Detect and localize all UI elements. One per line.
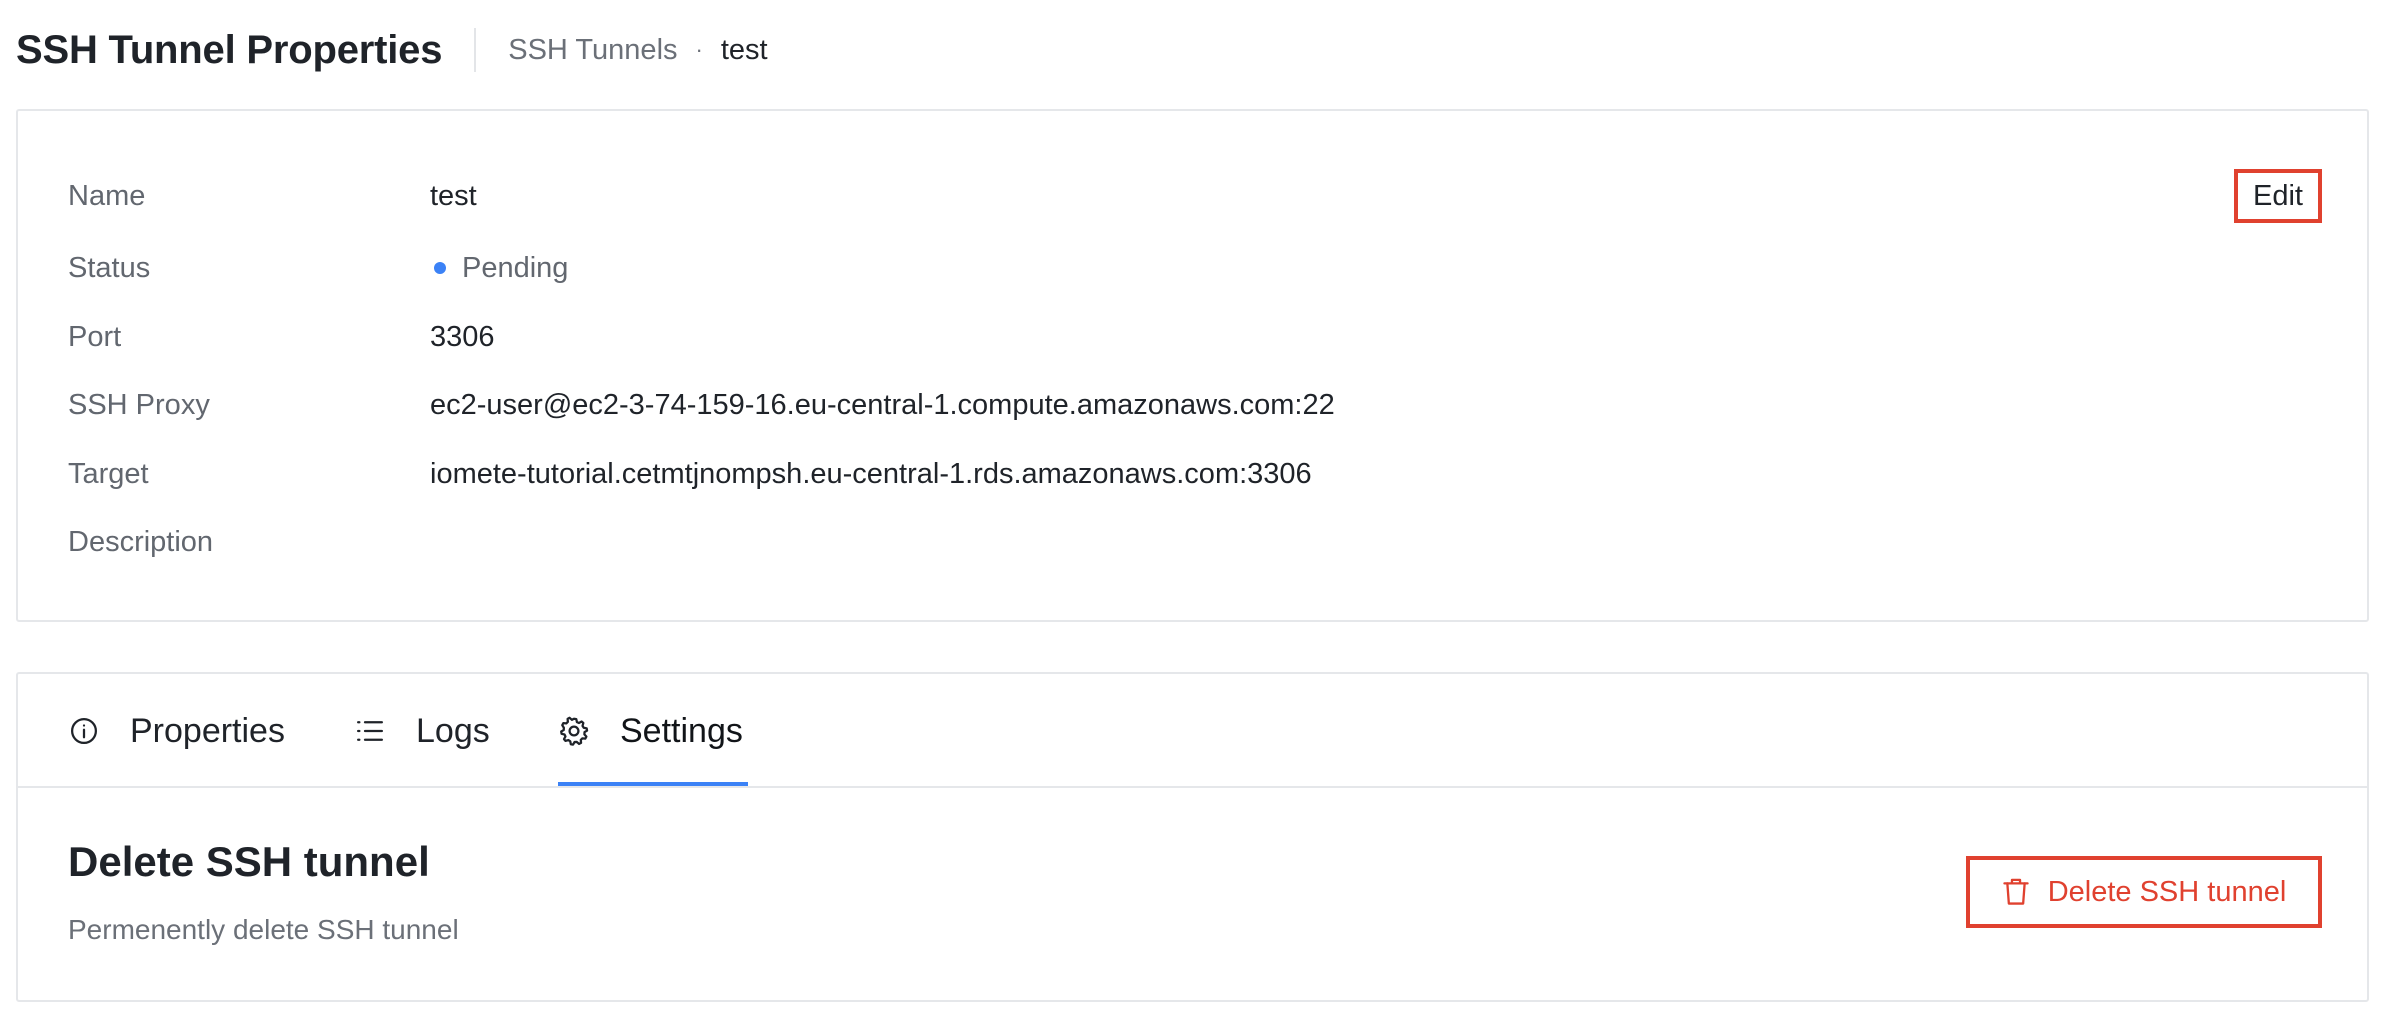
list-icon [354, 715, 386, 747]
detail-label: SSH Proxy [68, 388, 210, 421]
tab-logs[interactable]: Logs [354, 674, 490, 788]
delete-ssh-tunnel-button[interactable]: Delete SSH tunnel [1966, 856, 2322, 928]
breadcrumb-separator: · [695, 37, 703, 62]
detail-row-status: Status Pending [68, 248, 568, 288]
tabs-card: Properties Logs Settings Delete SSH tunn… [16, 672, 2369, 1002]
detail-row-ssh-proxy: SSH Proxy ec2-user@ec2-3-74-159-16.eu-ce… [68, 385, 1335, 425]
status-dot-icon [434, 262, 446, 274]
status-text: Pending [462, 251, 569, 284]
detail-label: Target [68, 457, 149, 490]
title-divider [474, 28, 477, 72]
tab-settings[interactable]: Settings [558, 674, 743, 788]
tab-label: Settings [620, 711, 743, 750]
page-header: SSH Tunnel Properties SSH Tunnels · test [16, 22, 768, 78]
details-card: Name test Status Pending Port 3306 SSH P… [16, 109, 2369, 622]
active-tab-indicator [558, 782, 748, 786]
detail-row-port: Port 3306 [68, 317, 495, 357]
detail-label: Description [68, 525, 214, 558]
tab-bar: Properties Logs Settings [18, 674, 2367, 788]
edit-button[interactable]: Edit [2234, 169, 2322, 223]
status-badge: Pending [430, 252, 568, 285]
detail-value-target: iomete-tutorial.cetmtjnompsh.eu-central-… [430, 457, 1312, 490]
delete-button-label: Delete SSH tunnel [2047, 875, 2287, 908]
breadcrumb: SSH Tunnels · test [508, 34, 767, 67]
section-title: Delete SSH tunnel [68, 838, 430, 885]
breadcrumb-ssh-tunnels[interactable]: SSH Tunnels [508, 34, 677, 67]
detail-value-port: 3306 [430, 320, 495, 353]
detail-row-name: Name test [68, 176, 477, 216]
detail-row-target: Target iomete-tutorial.cetmtjnompsh.eu-c… [68, 454, 1312, 494]
tab-label: Logs [416, 711, 490, 750]
detail-label: Name [68, 179, 146, 212]
detail-value-name: test [430, 179, 477, 212]
trash-icon [2002, 877, 2030, 907]
detail-value-ssh-proxy: ec2-user@ec2-3-74-159-16.eu-central-1.co… [430, 388, 1335, 421]
tab-properties[interactable]: Properties [68, 674, 285, 788]
detail-label: Status [68, 251, 151, 284]
detail-row-description: Description [68, 522, 430, 562]
page-title: SSH Tunnel Properties [16, 27, 443, 72]
section-description: Permenently delete SSH tunnel [68, 914, 459, 945]
info-circle-icon [68, 715, 100, 747]
gear-icon [558, 715, 590, 747]
breadcrumb-current: test [720, 33, 768, 66]
detail-label: Port [68, 320, 122, 353]
tab-label: Properties [130, 711, 285, 750]
